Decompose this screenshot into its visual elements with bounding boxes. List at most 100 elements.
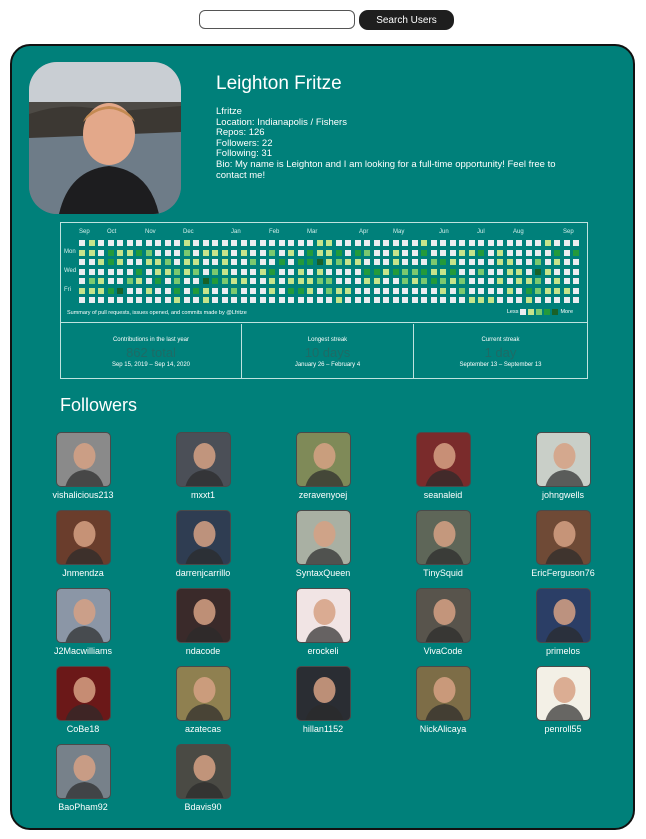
follower-avatar[interactable] bbox=[415, 588, 471, 643]
contribution-cell bbox=[155, 240, 161, 246]
follower-item[interactable]: J2Macwilliams bbox=[28, 588, 138, 656]
follower-username[interactable]: SyntaxQueen bbox=[268, 568, 378, 578]
contribution-cell bbox=[107, 259, 114, 265]
follower-item[interactable]: johngwells bbox=[508, 432, 618, 500]
follower-item[interactable]: darrenjcarrillo bbox=[148, 510, 258, 578]
follower-username[interactable]: vishalicious213 bbox=[28, 490, 138, 500]
day-label: Mon bbox=[64, 249, 76, 255]
follower-item[interactable]: zeravenyoej bbox=[268, 432, 378, 500]
follower-avatar[interactable] bbox=[175, 666, 231, 721]
follower-avatar[interactable] bbox=[295, 588, 351, 643]
contribution-cell bbox=[98, 287, 104, 294]
follower-avatar[interactable] bbox=[415, 432, 471, 487]
follower-username[interactable]: johngwells bbox=[508, 490, 618, 500]
follower-item[interactable]: penroll55 bbox=[508, 666, 618, 734]
follower-item[interactable]: TinySquid bbox=[388, 510, 498, 578]
follower-avatar[interactable] bbox=[415, 666, 471, 721]
follower-avatar[interactable] bbox=[295, 666, 351, 721]
follower-username[interactable]: TinySquid bbox=[388, 568, 498, 578]
follower-item[interactable]: BaoPham92 bbox=[28, 744, 138, 812]
follower-avatar[interactable] bbox=[175, 588, 231, 643]
follower-item[interactable]: Jnmendza bbox=[28, 510, 138, 578]
search-users-button[interactable]: Search Users bbox=[359, 10, 454, 30]
follower-item[interactable]: NickAlicaya bbox=[388, 666, 498, 734]
follower-avatar[interactable] bbox=[55, 588, 111, 643]
contribution-cell bbox=[126, 278, 133, 284]
contribution-cell bbox=[79, 240, 85, 246]
follower-avatar[interactable] bbox=[535, 510, 591, 565]
follower-item[interactable]: hillan1152 bbox=[268, 666, 378, 734]
follower-item[interactable]: primelos bbox=[508, 588, 618, 656]
contribution-cell bbox=[506, 287, 513, 294]
follower-username[interactable]: azatecas bbox=[148, 724, 258, 734]
follower-avatar[interactable] bbox=[175, 744, 231, 799]
follower-username[interactable]: darrenjcarrillo bbox=[148, 568, 258, 578]
follower-avatar[interactable] bbox=[55, 744, 111, 799]
follower-username[interactable]: NickAlicaya bbox=[388, 724, 498, 734]
follower-username[interactable]: Bdavis90 bbox=[148, 802, 258, 812]
follower-username[interactable]: Jnmendza bbox=[28, 568, 138, 578]
follower-avatar[interactable] bbox=[535, 666, 591, 721]
contribution-cell bbox=[126, 240, 133, 246]
follower-avatar[interactable] bbox=[415, 510, 471, 565]
follower-avatar[interactable] bbox=[55, 510, 111, 565]
contribution-cell bbox=[79, 278, 85, 284]
follower-username[interactable]: erockeli bbox=[268, 646, 378, 656]
follower-item[interactable]: mxxt1 bbox=[148, 432, 258, 500]
follower-username[interactable]: BaoPham92 bbox=[28, 802, 138, 812]
contribution-cell bbox=[516, 278, 522, 284]
follower-item[interactable]: Bdavis90 bbox=[148, 744, 258, 812]
day-label: Fri bbox=[64, 287, 71, 293]
follower-username[interactable]: primelos bbox=[508, 646, 618, 656]
follower-avatar[interactable] bbox=[295, 510, 351, 565]
follower-item[interactable]: ndacode bbox=[148, 588, 258, 656]
contribution-cell bbox=[278, 240, 285, 246]
follower-avatar[interactable] bbox=[175, 432, 231, 487]
contribution-cell bbox=[145, 297, 152, 303]
follower-avatar[interactable] bbox=[295, 432, 351, 487]
month-label: Dec bbox=[183, 229, 194, 235]
contribution-cell bbox=[98, 259, 104, 265]
contribution-cell bbox=[487, 259, 494, 265]
follower-username[interactable]: penroll55 bbox=[508, 724, 618, 734]
follower-username[interactable]: seanaleid bbox=[388, 490, 498, 500]
follower-username[interactable]: mxxt1 bbox=[148, 490, 258, 500]
follower-username[interactable]: J2Macwilliams bbox=[28, 646, 138, 656]
follower-item[interactable]: erockeli bbox=[268, 588, 378, 656]
follower-avatar[interactable] bbox=[535, 588, 591, 643]
contribution-cell bbox=[345, 268, 351, 275]
contribution-cell bbox=[440, 240, 446, 246]
follower-username[interactable]: CoBe18 bbox=[28, 724, 138, 734]
contribution-cell bbox=[487, 278, 494, 284]
follower-item[interactable]: EricFerguson76 bbox=[508, 510, 618, 578]
follower-avatar[interactable] bbox=[55, 432, 111, 487]
follower-item[interactable]: SyntaxQueen bbox=[268, 510, 378, 578]
follower-avatar[interactable] bbox=[175, 510, 231, 565]
contribution-cell bbox=[345, 259, 351, 265]
follower-avatar[interactable] bbox=[55, 666, 111, 721]
contribution-cell bbox=[354, 278, 361, 284]
contribution-cell bbox=[430, 287, 437, 294]
follower-username[interactable]: ndacode bbox=[148, 646, 258, 656]
follower-item[interactable]: vishalicious213 bbox=[28, 432, 138, 500]
contribution-cell bbox=[107, 287, 114, 294]
contribution-cell bbox=[449, 259, 456, 265]
contribution-cell bbox=[459, 259, 465, 265]
contribution-cell bbox=[155, 249, 161, 256]
follower-username[interactable]: VivaCode bbox=[388, 646, 498, 656]
follower-item[interactable]: VivaCode bbox=[388, 588, 498, 656]
follower-avatar[interactable] bbox=[535, 432, 591, 487]
search-input[interactable] bbox=[199, 10, 355, 29]
follower-item[interactable]: CoBe18 bbox=[28, 666, 138, 734]
follower-username[interactable]: hillan1152 bbox=[268, 724, 378, 734]
contribution-cell bbox=[259, 259, 266, 265]
contribution-cell bbox=[269, 249, 275, 256]
follower-username[interactable]: zeravenyoej bbox=[268, 490, 378, 500]
follower-username[interactable]: EricFerguson76 bbox=[508, 568, 618, 578]
contribution-cell bbox=[164, 297, 171, 303]
contribution-cell bbox=[535, 240, 541, 246]
follower-item[interactable]: azatecas bbox=[148, 666, 258, 734]
follower-item[interactable]: seanaleid bbox=[388, 432, 498, 500]
contribution-cell bbox=[411, 287, 418, 294]
contribution-cell bbox=[411, 278, 418, 284]
